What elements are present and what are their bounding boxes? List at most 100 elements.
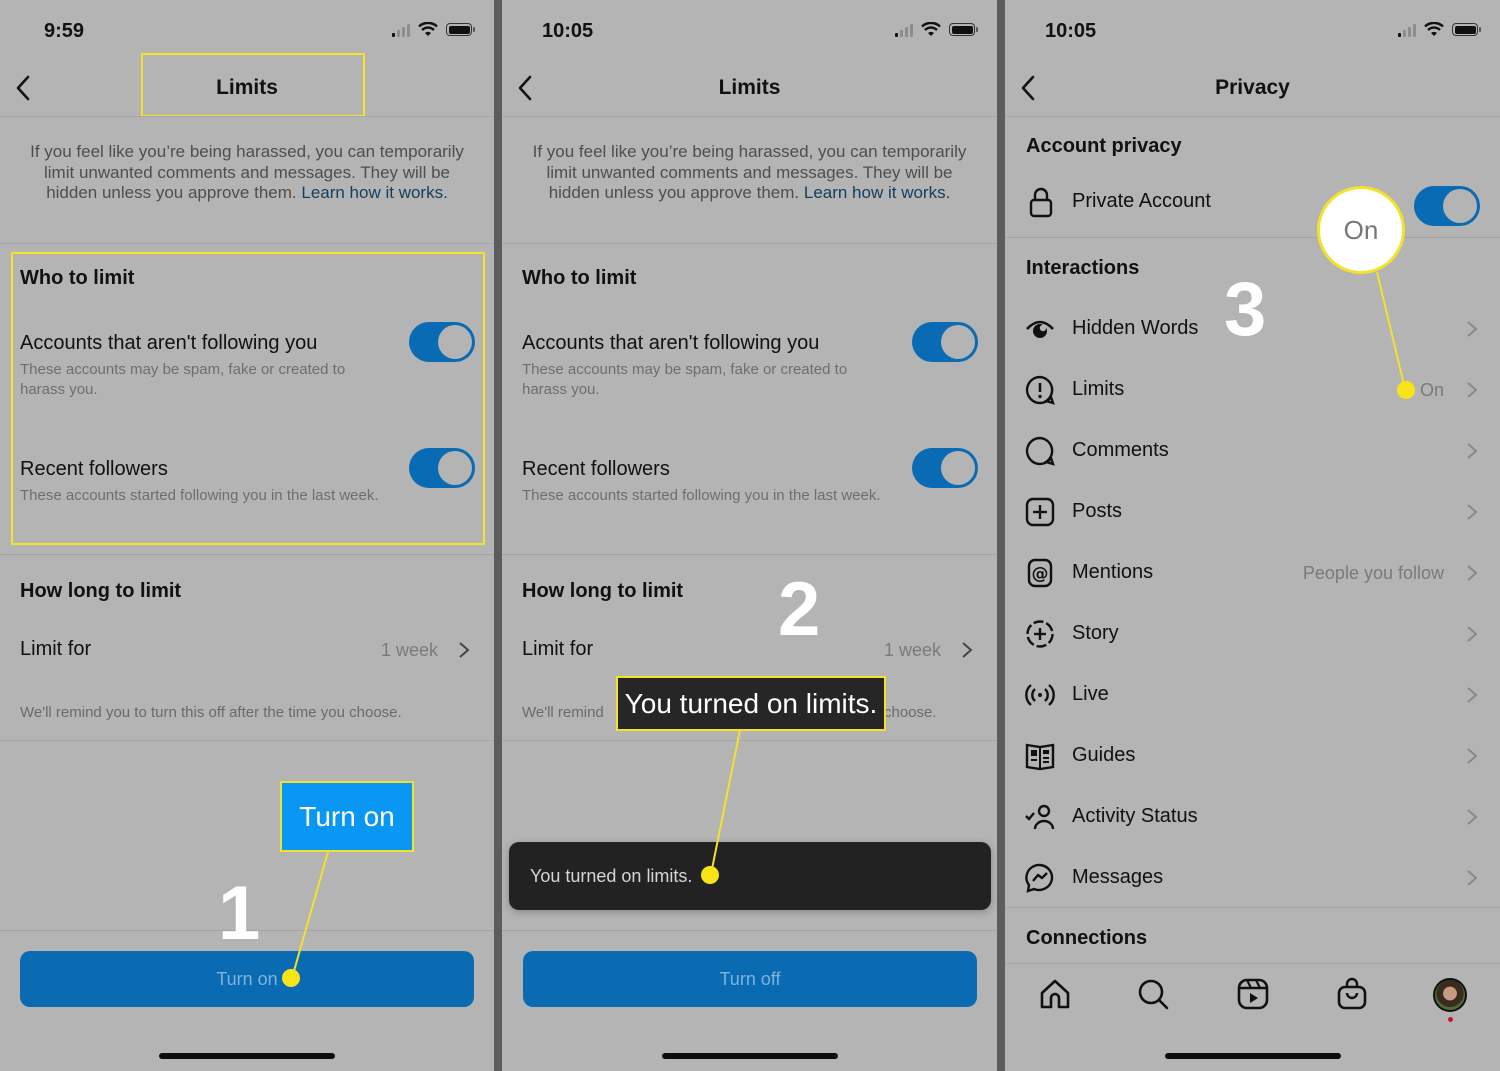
limit-for-value: 1 week (380, 640, 438, 660)
step-number: 2 (778, 567, 821, 652)
how-long-heading: How long to limit (522, 580, 684, 602)
posts-icon (1025, 497, 1055, 527)
status-time: 9:59 (44, 20, 85, 42)
callout-dot (701, 866, 719, 884)
step-number: 3 (1224, 267, 1267, 352)
chevron-right-icon (459, 642, 470, 658)
status-time: 10:05 (542, 20, 594, 42)
shop-icon[interactable] (1335, 977, 1369, 1011)
chevron-right-icon (1467, 748, 1478, 764)
limit-for-label: Limit for (20, 638, 92, 660)
divider (1005, 116, 1500, 117)
limit-for-row[interactable]: Limit for 1 week (502, 625, 997, 675)
reminder-note-right: choose. (884, 704, 937, 721)
menu-item-posts[interactable]: Posts (1005, 482, 1500, 542)
toast-callout: You turned on limits. (616, 676, 886, 731)
accounts-not-following-toggle[interactable] (912, 322, 978, 362)
chevron-right-icon (1467, 687, 1478, 703)
chevron-right-icon (1467, 504, 1478, 520)
chevron-right-icon (1467, 443, 1478, 459)
story-icon (1026, 620, 1054, 648)
title-highlight-box (141, 53, 365, 117)
divider (1005, 907, 1500, 908)
option-subtitle: These accounts may be spam, fake or crea… (20, 361, 346, 398)
step-number: 1 (218, 871, 261, 956)
chevron-right-icon (1467, 382, 1478, 398)
battery-icon (949, 23, 978, 36)
wifi-icon (418, 22, 438, 36)
option-subtitle: These accounts started following you in … (522, 487, 881, 504)
menu-item-label: Activity Status (1072, 805, 1198, 827)
divider (1005, 237, 1500, 238)
menu-item-live[interactable]: Live (1005, 665, 1500, 725)
reminder-note-left: We'll remind (522, 704, 604, 721)
search-icon[interactable] (1136, 977, 1170, 1011)
home-indicator (1164, 1053, 1341, 1059)
learn-more-link[interactable]: Learn how it works. (301, 183, 447, 202)
option-title: Recent followers (20, 458, 168, 480)
interactions-heading: Interactions (1026, 257, 1140, 279)
screen-limits-step-2: 10:05 Limits If you feel like you’re bei… (502, 0, 997, 1071)
chevron-right-icon (1467, 870, 1478, 886)
menu-item-guides[interactable]: Guides (1005, 726, 1500, 786)
signal-icon (895, 23, 913, 37)
menu-item-story[interactable]: Story (1005, 604, 1500, 664)
hidden-words-icon (1026, 320, 1054, 338)
private-account-row: Private Account (1005, 175, 1500, 231)
divider (502, 116, 997, 117)
wifi-icon (921, 22, 941, 36)
profile-avatar[interactable] (1433, 978, 1467, 1012)
private-account-toggle[interactable] (1414, 186, 1480, 226)
divider (0, 554, 494, 555)
how-long-heading: How long to limit (20, 580, 182, 602)
menu-item-comments[interactable]: Comments (1005, 421, 1500, 481)
menu-item-activity-status[interactable]: Activity Status (1005, 787, 1500, 847)
messages-icon (1025, 863, 1054, 893)
home-icon[interactable] (1038, 977, 1072, 1011)
who-to-limit-heading: Who to limit (20, 267, 135, 289)
divider (502, 243, 997, 244)
intro-text: If you feel like you’re being harassed, … (30, 142, 464, 202)
screen-limits-step-1: 9:59 Limits If you feel like you’re bein… (0, 0, 494, 1071)
divider (0, 740, 494, 741)
menu-item-label: Mentions (1072, 561, 1154, 583)
limit-for-row[interactable]: Limit for 1 week (0, 625, 494, 675)
divider (1005, 963, 1500, 964)
private-account-label: Private Account (1072, 190, 1211, 212)
page-title: Privacy (1215, 76, 1290, 99)
mentions-icon: @ (1027, 558, 1053, 588)
menu-item-mentions[interactable]: @ Mentions People you follow (1005, 543, 1500, 603)
menu-item-messages[interactable]: Messages (1005, 848, 1500, 908)
guides-icon (1025, 743, 1055, 771)
battery-icon (1452, 23, 1481, 36)
status-icons (895, 22, 978, 37)
limit-for-value: 1 week (883, 640, 941, 660)
reminder-note: We'll remind you to turn this off after … (20, 704, 402, 721)
divider (502, 554, 997, 555)
accounts-not-following-toggle[interactable] (409, 322, 475, 362)
home-indicator (661, 1053, 838, 1059)
menu-item-label: Comments (1072, 439, 1169, 461)
panel-divider (997, 0, 1005, 1071)
battery-icon (446, 23, 475, 36)
lock-icon (1029, 187, 1053, 218)
toast-notification: You turned on limits. (509, 842, 991, 910)
signal-icon (1398, 23, 1416, 37)
limits-status-value: On (1419, 380, 1444, 400)
notification-dot (1448, 1017, 1453, 1022)
recent-followers-toggle[interactable] (409, 448, 475, 488)
turn-on-button[interactable]: Turn on (20, 951, 474, 1007)
account-privacy-heading: Account privacy (1026, 135, 1182, 157)
status-icons (392, 22, 475, 37)
option-title: Accounts that aren't following you (522, 332, 820, 354)
option-subtitle: These accounts may be spam, fake or crea… (522, 361, 848, 398)
turn-off-button[interactable]: Turn off (523, 951, 977, 1007)
recent-followers-toggle[interactable] (912, 448, 978, 488)
menu-item-label: Limits (1072, 378, 1125, 400)
learn-more-link[interactable]: Learn how it works. (804, 183, 950, 202)
menu-item-limits[interactable]: Limits On (1005, 360, 1500, 420)
on-callout-bubble: On (1317, 186, 1405, 274)
reels-icon[interactable] (1236, 977, 1270, 1011)
divider (502, 740, 997, 741)
option-subtitle: These accounts started following you in … (20, 487, 379, 504)
